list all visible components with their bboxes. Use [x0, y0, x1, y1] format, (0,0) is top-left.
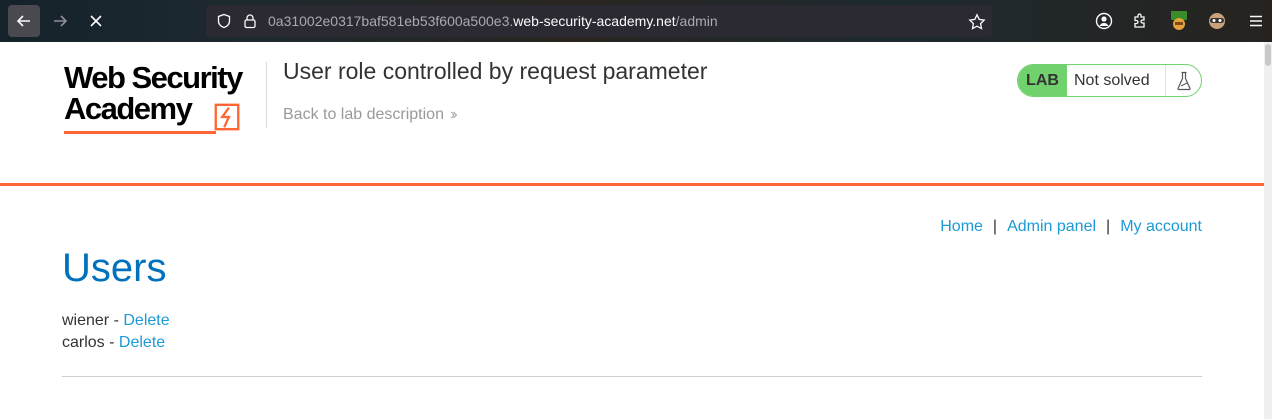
shield-icon[interactable]: [216, 13, 232, 34]
nav-admin-panel-link[interactable]: Admin panel: [1007, 218, 1096, 236]
url-text[interactable]: 0a31002e0317baf581eb53f600a500e3.web-sec…: [268, 13, 718, 29]
extensions-icon[interactable]: [1129, 10, 1151, 32]
burp-icon[interactable]: [1168, 10, 1190, 32]
page-content: Web Security Academy User role controlle…: [0, 42, 1272, 419]
content-divider: [62, 376, 1202, 377]
url-domain: web-security-academy.net: [513, 13, 676, 29]
nav-home-link[interactable]: Home: [940, 218, 983, 236]
stop-button[interactable]: [80, 5, 112, 37]
logo-bolt-icon: [214, 103, 240, 131]
logo-underline: [64, 131, 216, 134]
back-arrow-icon: [16, 15, 30, 27]
nav-separator: |: [1106, 218, 1111, 235]
user-separator: -: [109, 312, 124, 329]
user-name: carlos: [62, 334, 105, 351]
header-separator: [0, 183, 1264, 186]
account-icon[interactable]: [1093, 10, 1115, 32]
lab-label: LAB: [1018, 65, 1067, 96]
mask-icon[interactable]: [1206, 10, 1228, 32]
forward-button[interactable]: [44, 5, 76, 37]
user-row: wiener - Delete: [62, 312, 170, 330]
flask-icon: [1166, 65, 1201, 96]
double-chevron-icon: ››: [449, 106, 457, 123]
nav-my-account-link[interactable]: My account: [1120, 218, 1202, 236]
back-to-lab-link[interactable]: Back to lab description ››: [283, 106, 457, 124]
star-icon[interactable]: [968, 13, 986, 36]
header-divider: [266, 62, 267, 128]
delete-user-link[interactable]: Delete: [119, 334, 165, 351]
back-link-label: Back to lab description: [283, 106, 444, 123]
menu-icon[interactable]: [1245, 10, 1267, 32]
stop-icon: [90, 15, 102, 27]
lock-icon[interactable]: [242, 13, 258, 34]
url-host-prefix: 0a31002e0317baf581eb53f600a500e3.: [268, 13, 514, 29]
logo-line-1: Web Security: [64, 60, 243, 95]
lab-title: User role controlled by request paramete…: [283, 58, 708, 84]
scrollbar-thumb[interactable]: [1265, 44, 1271, 66]
top-navigation: Home | Admin panel | My account: [940, 218, 1202, 236]
address-bar[interactable]: 0a31002e0317baf581eb53f600a500e3.web-sec…: [206, 5, 992, 37]
academy-logo[interactable]: Web Security Academy: [64, 62, 264, 138]
url-path: /admin: [675, 13, 718, 29]
forward-arrow-icon: [54, 15, 68, 27]
delete-user-link[interactable]: Delete: [123, 312, 169, 329]
user-name: wiener: [62, 312, 110, 329]
lab-status-badge: LAB Not solved: [1017, 64, 1202, 97]
browser-toolbar: 0a31002e0317baf581eb53f600a500e3.web-sec…: [0, 0, 1272, 42]
page-title: Users: [62, 246, 167, 290]
lab-status-text: Not solved: [1067, 65, 1166, 96]
user-row: carlos - Delete: [62, 334, 165, 352]
user-separator: -: [104, 334, 119, 351]
nav-separator: |: [992, 218, 998, 235]
back-button[interactable]: [8, 5, 40, 37]
scrollbar[interactable]: [1264, 42, 1272, 419]
